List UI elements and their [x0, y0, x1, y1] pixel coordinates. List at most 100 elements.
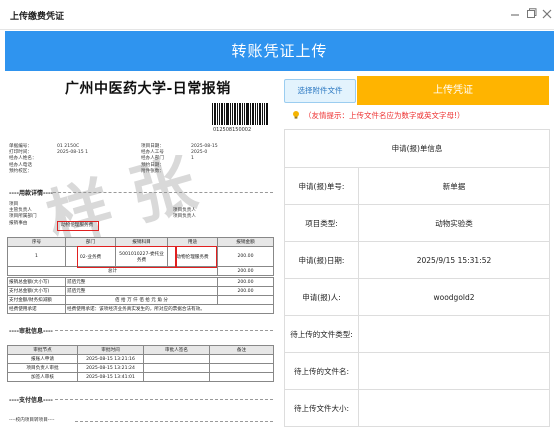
table-cell	[209, 372, 274, 382]
info-left-labels: 单据编号： 打印时间： 经办人姓名： 经办人电话 预约校区：	[9, 144, 37, 175]
close-icon[interactable]	[542, 8, 552, 20]
field-value	[357, 315, 551, 353]
table-cell: 2025-08-15 13:21:24	[77, 363, 144, 373]
upload-banner: 转账凭证上传	[5, 31, 554, 71]
table-header-row: 申请(报)单信息	[283, 129, 551, 168]
field-label: 申请(报)单号:	[284, 167, 359, 205]
table-cell: 200.00	[217, 246, 274, 267]
section-payment: ----支付信息----	[9, 397, 53, 404]
application-info-table: 申请(报)单信息 申请(报)单号: 新单据 项目类型: 动物实验类 申请(报)日…	[283, 129, 551, 427]
table-row: 待上传的文件名:	[284, 352, 551, 390]
column-header: 审批节点	[7, 345, 78, 355]
barcode	[212, 103, 268, 125]
table-row: 申请(报)单号: 新单据	[284, 167, 551, 205]
column-header: 审批时间	[77, 345, 144, 355]
upload-tip: （友情提示：上传文件名应为数字或英文字母!）	[304, 111, 465, 120]
field-label: 待上传的文件名:	[284, 352, 359, 390]
section-usage-details: ----用款详情----	[9, 190, 53, 197]
field-value: woodgold2	[357, 278, 551, 316]
section-approval: ----审批信息----	[9, 328, 53, 335]
info-label: 预约校区：	[9, 168, 32, 174]
table-row: 申请(报)人: woodgold2	[284, 278, 551, 316]
highlight-box	[77, 246, 177, 268]
section-school-transfer: ----校内项目转项目----	[9, 418, 55, 423]
table-row: 经费使用承诺 经费使用承诺：该项经济业务真实发生的，所对应的票据合法有效。	[7, 304, 274, 314]
field-value	[357, 389, 551, 427]
table-header-row: 审批节点 审批时间 审批人签名 备注	[7, 345, 274, 355]
document-title: 广州中医药大学-日常报销	[65, 81, 231, 97]
field-label: 待上传的文件类型:	[284, 315, 359, 353]
table-cell: 经费使用承诺	[7, 304, 66, 314]
select-attachment-button[interactable]: 选择附件文件	[284, 79, 356, 103]
table-cell: 加签人审核	[7, 372, 78, 382]
table-row: 待上传文件大小:	[284, 389, 551, 427]
field-value: 新单据	[357, 167, 551, 205]
table-cell	[143, 363, 210, 373]
table-row: 项目类型: 动物实验类	[284, 204, 551, 242]
table-row: 项目负责人审批 2025-08-15 13:21:24	[7, 363, 274, 373]
table-cell	[209, 354, 274, 364]
table-cell: 贰佰元整	[65, 277, 218, 287]
column-header: 审批人签名	[143, 345, 210, 355]
table-cell: 佰 拾 万 仟 佰 拾 元 角 分	[65, 295, 218, 305]
field-label: 待上传文件大小:	[284, 389, 359, 427]
reimbursement-document-preview: 广州中医药大学-日常报销 012508150002 单据编号： 打印时间： 经办…	[5, 73, 278, 429]
table-row: 申请(报)日期: 2025/9/15 15:31:52	[284, 241, 551, 279]
usage-label: 报销事由	[9, 220, 28, 226]
field-value: 动物实验类	[357, 204, 551, 242]
highlight-box	[175, 246, 217, 268]
table-cell: 项目负责人审批	[7, 363, 78, 373]
usage-label: 项目负责人	[173, 214, 196, 220]
usage-label: 项目所属部门	[9, 214, 37, 220]
table-cell: 支付金额/财务扣减额	[7, 295, 66, 305]
table-row: 支付总金额(大小写) 贰佰元整 200.00	[7, 286, 274, 296]
section-divider	[75, 421, 273, 422]
field-value	[357, 352, 551, 390]
table-cell: 1	[7, 246, 66, 267]
column-header: 序号	[7, 237, 66, 247]
table-cell: 支付总金额(大小写)	[7, 286, 66, 296]
info-value: 2025-08-15 1	[57, 150, 89, 156]
usage-reason-value: 动物伦理服务费	[61, 223, 94, 228]
minimize-icon[interactable]	[510, 8, 520, 20]
column-header: 备注	[209, 345, 274, 355]
usage-field-labels-right: 项目负责人 项目负责人	[173, 208, 196, 220]
table-cell: 2025-08-15 13:41:01	[77, 372, 144, 382]
lightbulb-icon	[293, 111, 299, 119]
usage-field-labels: 项目 主管负责人 项目所属部门 报销事由	[9, 202, 37, 227]
section-divider	[55, 399, 273, 400]
section-divider	[53, 192, 273, 193]
table-cell	[217, 295, 274, 305]
table-row: 报账人申请 2025-08-15 13:21:16	[7, 354, 274, 364]
table-cell: 经费使用承诺：该项经济业务真实发生的，所对应的票据合法有效。	[65, 304, 274, 314]
column-header: 报销金额	[217, 237, 274, 247]
table-cell: 报销总金额(大小写)	[7, 277, 66, 287]
maximize-icon[interactable]	[526, 8, 537, 20]
table-cell: 报账人申请	[7, 354, 78, 364]
field-label: 申请(报)日期:	[284, 241, 359, 279]
field-label: 申请(报)人:	[284, 278, 359, 316]
table-row: 报销总金额(大小写) 贰佰元整 200.00	[7, 277, 274, 287]
info-value: 1	[191, 156, 194, 162]
table-cell: 200.00	[217, 277, 274, 287]
amount-table: 报销总金额(大小写) 贰佰元整 200.00 支付总金额(大小写) 贰佰元整 2…	[7, 277, 274, 314]
approval-table: 审批节点 审批时间 审批人签名 备注 报账人申请 2025-08-15 13:2…	[7, 345, 274, 382]
table-cell: 200.00	[217, 286, 274, 296]
window-titlebar: 上传缴费凭证	[0, 0, 554, 30]
table-cell	[143, 372, 210, 382]
table-cell	[143, 354, 210, 364]
window-title: 上传缴费凭证	[10, 12, 65, 22]
table-cell: 2025-08-15 13:21:16	[77, 354, 144, 364]
table-row: 待上传的文件类型:	[284, 315, 551, 353]
table-cell: 200.00	[217, 266, 274, 276]
field-label: 项目类型:	[284, 204, 359, 242]
table-heading: 申请(报)单信息	[283, 129, 551, 168]
table-cell: 贰佰元整	[65, 286, 218, 296]
table-row: 加签人审核 2025-08-15 13:41:01	[7, 372, 274, 382]
info-label: 经办人姓名：	[9, 156, 37, 162]
table-cell	[209, 363, 274, 373]
upload-voucher-button[interactable]: 上传凭证	[357, 76, 549, 105]
barcode-number: 012508150002	[213, 127, 252, 133]
section-divider	[55, 330, 273, 331]
field-value: 2025/9/15 15:31:52	[357, 241, 551, 279]
